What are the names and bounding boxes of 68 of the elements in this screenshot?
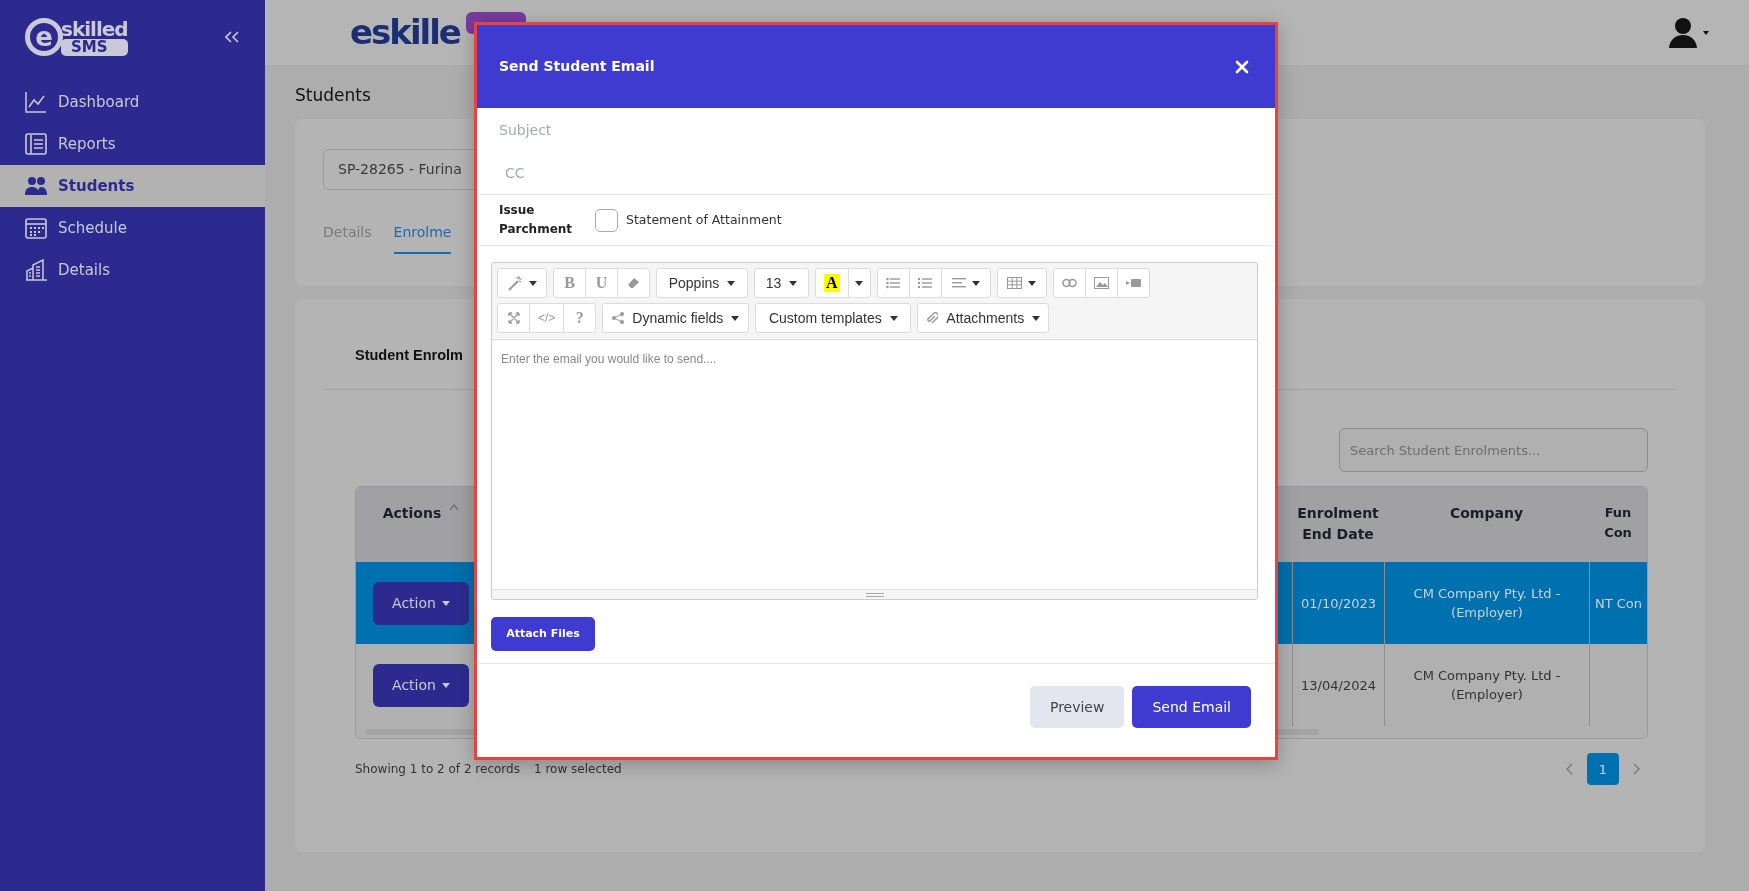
- share-icon: [612, 312, 625, 324]
- sort-icon[interactable]: [449, 503, 460, 512]
- chevron-left-icon[interactable]: [1566, 763, 1573, 776]
- dropdown-button[interactable]: Dynamic fields: [602, 303, 750, 333]
- cc-field[interactable]: CC: [477, 151, 1275, 194]
- dropdown-button[interactable]: 13: [754, 268, 809, 298]
- bullet-list-icon: [886, 277, 901, 289]
- search-field[interactable]: Search Student Enrolments...: [1339, 428, 1648, 473]
- people-icon: [25, 175, 48, 197]
- records-summary: Showing 1 to 2 of 2 records: [355, 761, 520, 779]
- color-dropdown-button[interactable]: [847, 268, 871, 298]
- action-button[interactable]: Action: [373, 581, 469, 625]
- list-icon: [25, 133, 48, 155]
- header-logo: eskille: [350, 11, 460, 54]
- sidebar-item[interactable]: Reports: [0, 123, 265, 165]
- sidebar-item[interactable]: Schedule: [0, 207, 265, 249]
- selection-summary: 1 row selected: [533, 761, 622, 779]
- preview-button[interactable]: Preview: [1029, 686, 1125, 728]
- link-icon: [1061, 278, 1077, 288]
- table-button[interactable]: [996, 268, 1047, 298]
- buildings-icon: [25, 259, 48, 281]
- eraser-button[interactable]: [617, 268, 650, 298]
- page-button[interactable]: 1: [1587, 753, 1619, 786]
- column-header[interactable]: Fun Con: [1589, 487, 1647, 563]
- sidebar-item[interactable]: Students: [0, 165, 265, 207]
- numbered-list-button[interactable]: [908, 268, 942, 298]
- numbered-list-icon: [918, 277, 933, 289]
- video-button[interactable]: [1116, 268, 1150, 298]
- fullscreen-button[interactable]: [497, 303, 530, 333]
- dropdown-button[interactable]: Poppins: [656, 268, 748, 298]
- magic-wand-button[interactable]: [497, 268, 547, 298]
- sidebar-item[interactable]: Dashboard: [0, 81, 265, 123]
- subject-field[interactable]: Subject: [477, 108, 1275, 151]
- calendar-icon: [25, 217, 48, 239]
- table-icon: [1007, 277, 1023, 289]
- send-email-button[interactable]: Send Email: [1132, 686, 1251, 728]
- fullscreen-icon: [507, 312, 520, 324]
- column-header[interactable]: Enrolment End Date: [1292, 487, 1384, 563]
- section-title: Student Enrolm: [355, 346, 463, 365]
- checkbox[interactable]: [595, 208, 618, 232]
- line-chart-icon: [25, 91, 48, 113]
- sidebar-item[interactable]: Details: [0, 249, 265, 291]
- collapse-icon[interactable]: [225, 31, 239, 43]
- toolbar-button[interactable]: A: [815, 268, 849, 298]
- email-body-field[interactable]: Enter the email you would like to send....: [492, 339, 1257, 590]
- align-button[interactable]: [940, 268, 991, 298]
- video-icon: [1125, 278, 1141, 288]
- attach-files-button[interactable]: Attach Files: [491, 617, 595, 651]
- page-title: Students: [295, 85, 372, 106]
- align-icon: [951, 277, 966, 289]
- dropdown-button[interactable]: Attachments: [917, 303, 1050, 333]
- column-header[interactable]: Company: [1384, 487, 1589, 563]
- parchment-label: Issue Parchment: [499, 201, 574, 238]
- eraser-icon: [626, 277, 641, 289]
- dropdown-button[interactable]: Custom templates: [755, 303, 912, 333]
- magic-wand-icon: [507, 275, 523, 291]
- logo-badge: SMS: [61, 38, 128, 56]
- checkbox-label: Statement of Attainment: [626, 210, 782, 229]
- bullet-list-button[interactable]: [876, 268, 910, 298]
- paperclip-icon: [926, 311, 939, 325]
- link-button[interactable]: [1052, 268, 1086, 298]
- logo-word: skilled: [61, 18, 128, 39]
- user-avatar-icon[interactable]: [1669, 16, 1711, 49]
- action-button[interactable]: Action: [373, 663, 469, 707]
- chevron-right-icon[interactable]: [1633, 763, 1640, 776]
- image-button[interactable]: [1084, 268, 1118, 298]
- dialog-title: Send Student Email: [499, 58, 655, 75]
- image-icon: [1093, 277, 1109, 289]
